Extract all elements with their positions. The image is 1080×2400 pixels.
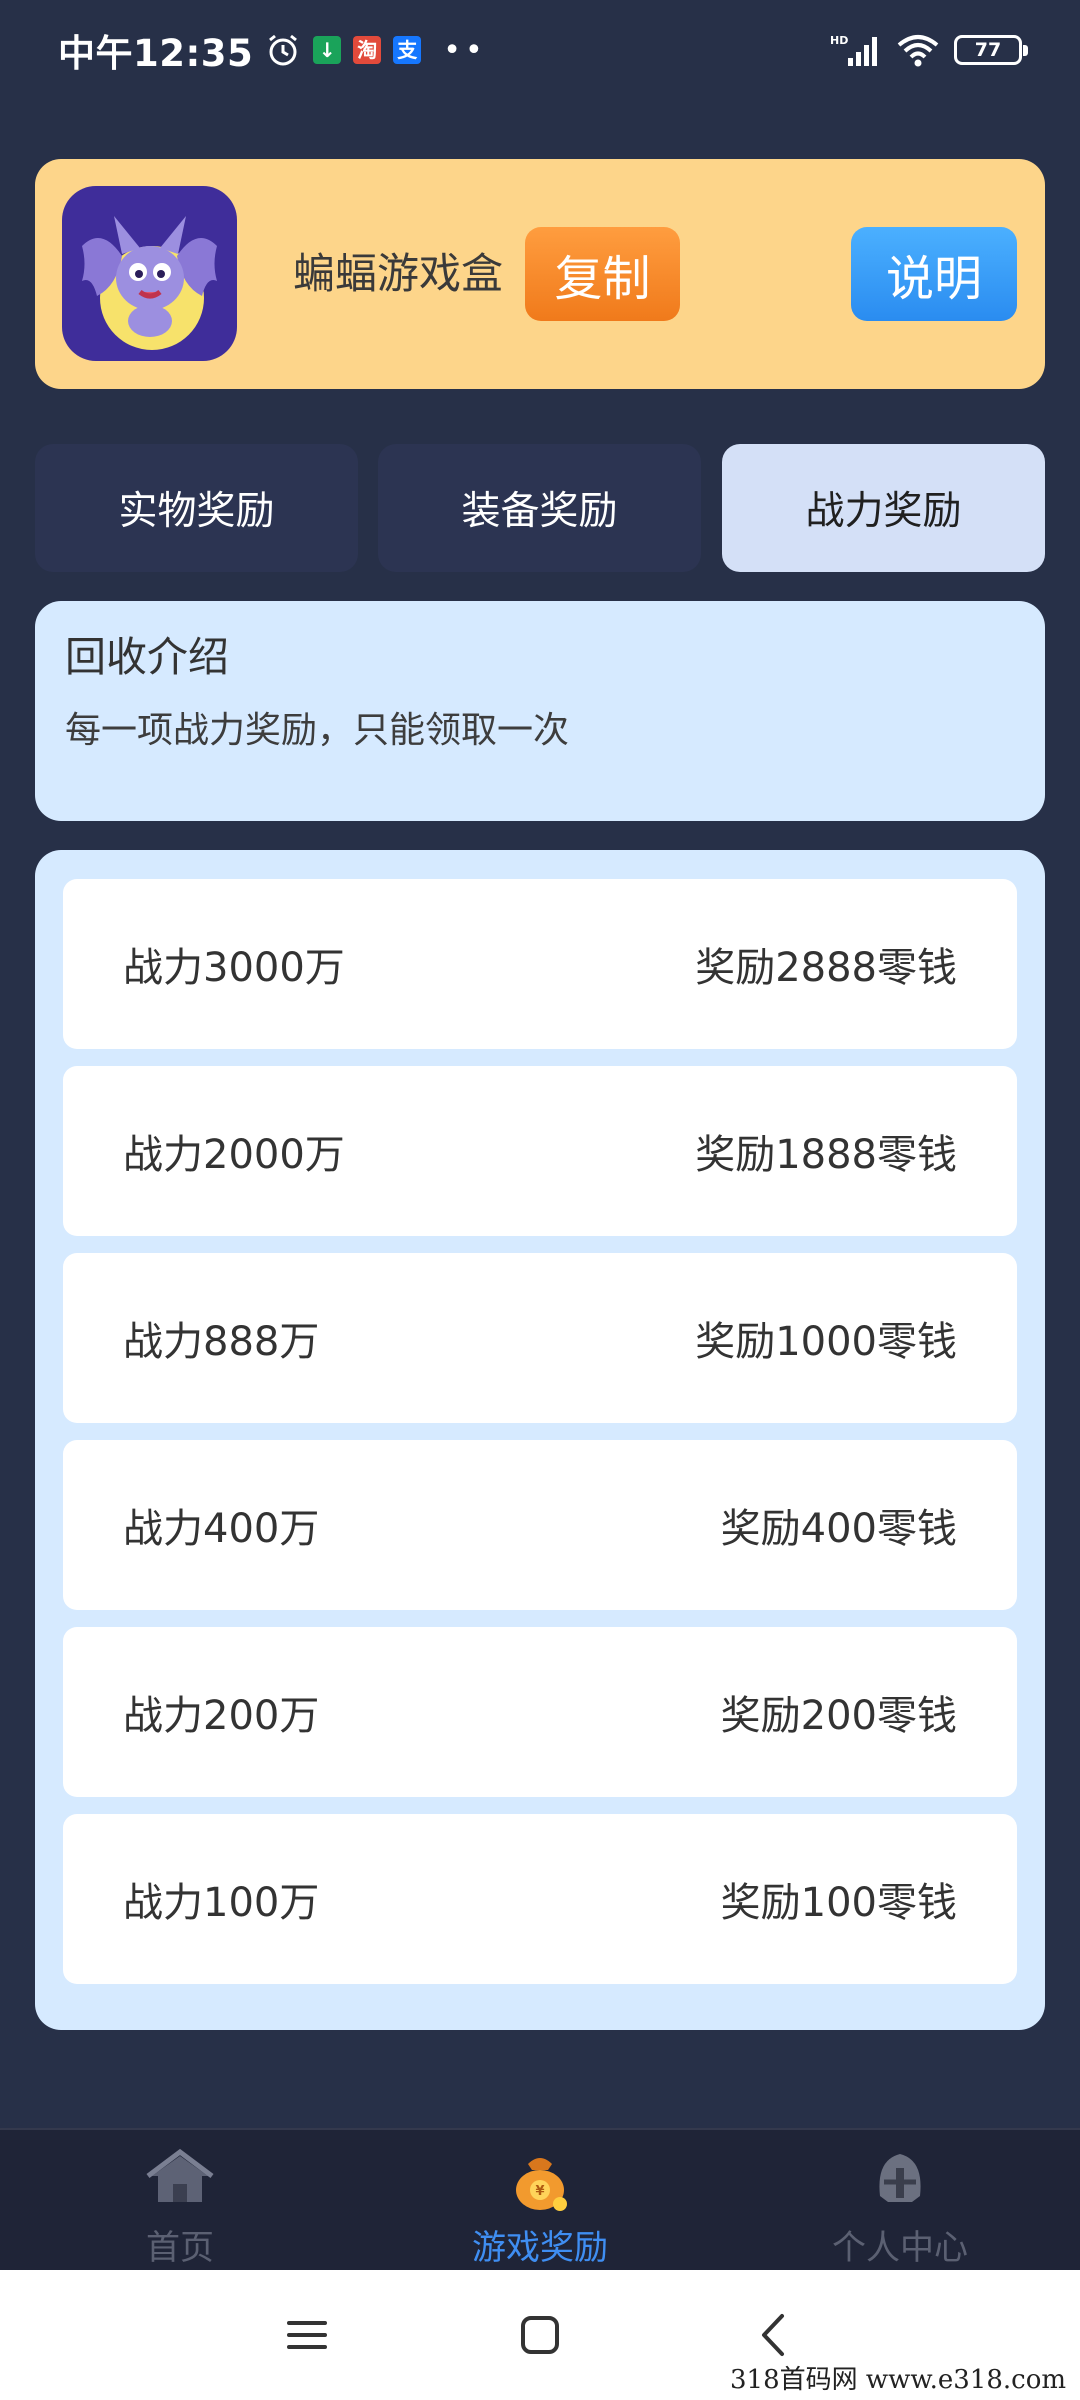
wifi-icon [897, 35, 939, 67]
screen: 中午12:35 ↓ 淘 支 •• HD 77 蝙蝠游戏盒 复制 说明 实物奖励 … [0, 0, 1080, 2400]
intro-description: 每一项战力奖励，只能领取一次 [65, 710, 570, 751]
nav-home-label: 首页 [146, 2228, 214, 2268]
status-bar: 中午12:35 ↓ 淘 支 •• HD 77 [0, 0, 1080, 100]
bat-app-logo [62, 186, 237, 361]
money-bag-icon: ¥ [516, 2158, 567, 2211]
house-icon [146, 2148, 214, 2202]
svg-text:¥: ¥ [535, 2184, 544, 2199]
battery-icon: 77 [954, 35, 1028, 65]
nav-profile-label: 个人中心 [832, 2228, 968, 2268]
system-nav-bar: 318首码网 www.e318.com [0, 2270, 1080, 2400]
reward-list: 战力3000万 奖励2888零钱 战力2000万 奖励1888零钱 战力888万… [35, 850, 1045, 2030]
nav-game-rewards-label: 游戏奖励 [472, 2228, 608, 2268]
reward-row[interactable]: 战力3000万 奖励2888零钱 [63, 879, 1017, 1049]
status-time: 中午12:35 [58, 32, 254, 75]
tab-power-rewards[interactable]: 战力奖励 [722, 444, 1045, 572]
nav-profile[interactable]: 个人中心 [720, 2130, 1080, 2272]
reward-row[interactable]: 战力2000万 奖励1888零钱 [63, 1066, 1017, 1236]
nav-home[interactable]: 首页 [0, 2130, 360, 2272]
signal-icon: HD [830, 34, 877, 66]
power-requirement: 战力2000万 [123, 1132, 345, 1178]
alarm-icon [269, 34, 298, 66]
explain-button[interactable]: 说明 [851, 227, 1017, 321]
reward-amount: 奖励100零钱 [720, 1880, 957, 1926]
reward-amount: 奖励400零钱 [720, 1506, 957, 1552]
network-type-label: HD [830, 34, 848, 47]
copy-button[interactable]: 复制 [525, 227, 680, 321]
bottom-nav: 首页 ¥ 游戏奖励 个人中心 [0, 2128, 1080, 2270]
intro-card: 回收介绍 每一项战力奖励，只能领取一次 [35, 601, 1045, 821]
more-notifications-icon: •• [443, 32, 487, 68]
download-notification-icon: ↓ [313, 36, 342, 64]
reward-tabs: 实物奖励 装备奖励 战力奖励 [35, 444, 1045, 572]
helmet-icon [879, 2154, 921, 2202]
reward-row[interactable]: 战力888万 奖励1000零钱 [63, 1253, 1017, 1423]
app-name: 蝙蝠游戏盒 [293, 249, 504, 298]
power-requirement: 战力3000万 [123, 945, 345, 991]
intro-title: 回收介绍 [65, 633, 229, 681]
reward-row[interactable]: 战力100万 奖励100零钱 [63, 1814, 1017, 1984]
alipay-notification-icon: 支 [393, 36, 422, 64]
taobao-notification-icon: 淘 [353, 36, 382, 64]
reward-amount: 奖励1888零钱 [695, 1132, 957, 1178]
reward-amount: 奖励1000零钱 [695, 1319, 957, 1365]
power-requirement: 战力888万 [123, 1319, 320, 1365]
power-requirement: 战力100万 [123, 1880, 320, 1926]
reward-amount: 奖励200零钱 [720, 1693, 957, 1739]
reward-row[interactable]: 战力400万 奖励400零钱 [63, 1440, 1017, 1610]
app-header-card: 蝙蝠游戏盒 复制 说明 [35, 159, 1045, 389]
menu-icon[interactable] [282, 2310, 332, 2360]
power-requirement: 战力400万 [123, 1506, 320, 1552]
tab-physical-rewards[interactable]: 实物奖励 [35, 444, 358, 572]
status-left: 中午12:35 ↓ 淘 支 •• [58, 23, 487, 77]
nav-game-rewards[interactable]: ¥ 游戏奖励 [360, 2130, 720, 2272]
status-right: HD 77 [830, 32, 1028, 68]
home-icon[interactable] [515, 2310, 565, 2360]
tab-equipment-rewards[interactable]: 装备奖励 [378, 444, 701, 572]
back-icon[interactable] [750, 2310, 800, 2360]
reward-amount: 奖励2888零钱 [695, 945, 957, 991]
watermark: 318首码网 www.e318.com [730, 2365, 1066, 2395]
power-requirement: 战力200万 [123, 1693, 320, 1739]
reward-row[interactable]: 战力200万 奖励200零钱 [63, 1627, 1017, 1797]
